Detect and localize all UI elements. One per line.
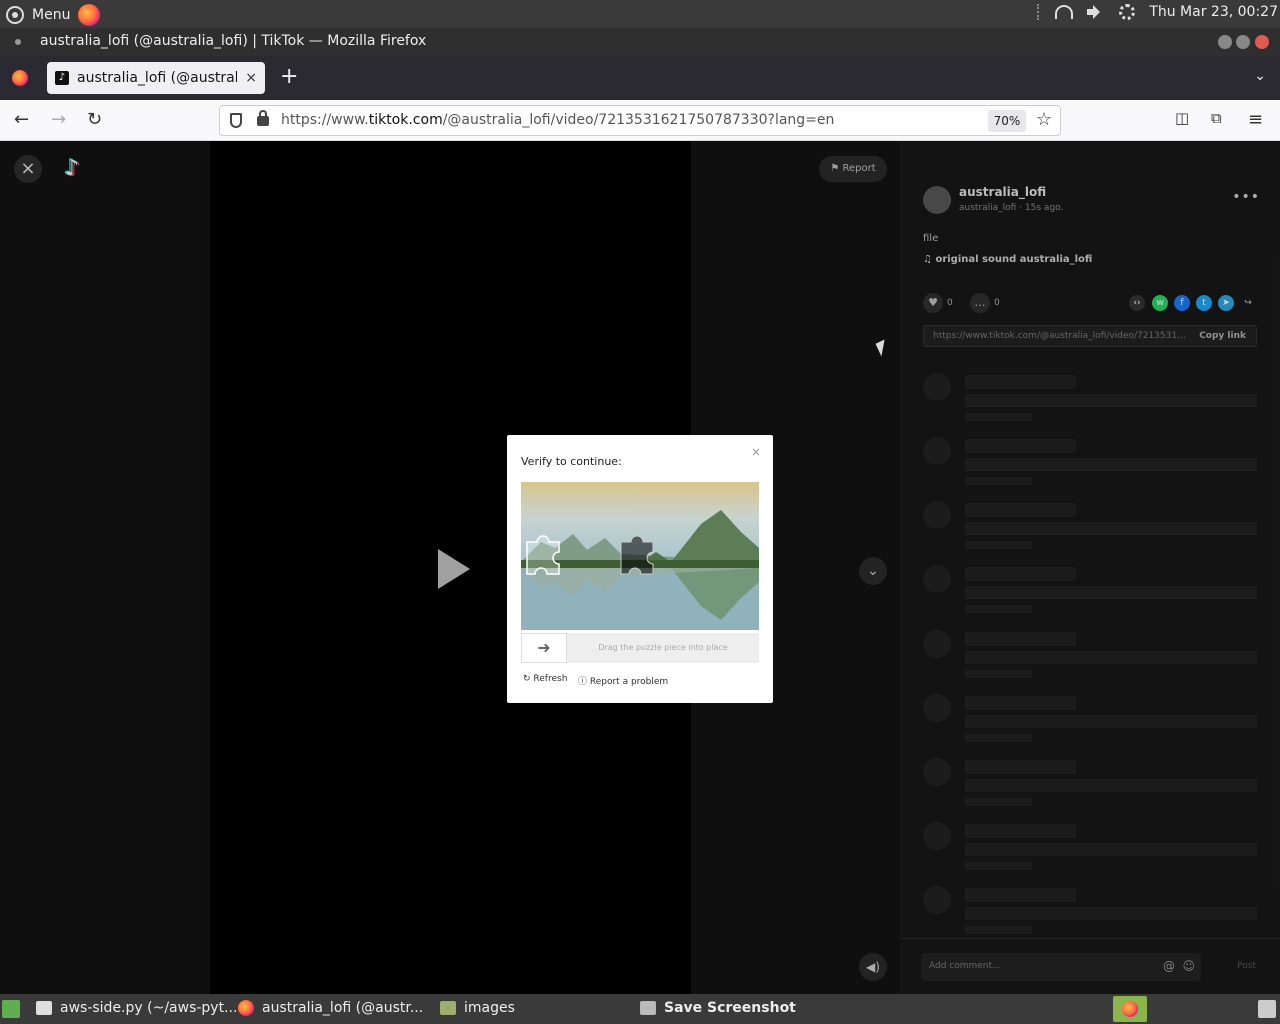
- minimize-window-button[interactable]: [1218, 35, 1232, 49]
- window-title: australia_lofi (@australia_lofi) | TikTo…: [40, 33, 427, 49]
- url-text[interactable]: https://www.tiktok.com/@australia_lofi/v…: [281, 112, 834, 128]
- camera-icon: [640, 1001, 656, 1015]
- os-taskbar: aws-side.py (~/aws-pyt... australia_lofi…: [0, 994, 1280, 1024]
- taskbar-item-screenshot[interactable]: Save Screenshot: [640, 1000, 796, 1016]
- navigation-bar: ← → ↻ https://www.tiktok.com/@australia_…: [0, 100, 1280, 141]
- captcha-dialog: Verify to continue: × ➜ Drag the puzzle …: [507, 435, 773, 703]
- trash-icon[interactable]: [1258, 1000, 1276, 1018]
- tab-strip: ♪ australia_lofi (@australia_lofi) | Tik…: [0, 56, 1280, 100]
- taskbar-item-images[interactable]: images: [440, 1000, 515, 1016]
- new-tab-button[interactable]: +: [280, 64, 298, 89]
- folder-icon: [440, 1001, 456, 1015]
- forward-arrow-icon[interactable]: →: [51, 109, 66, 130]
- reload-icon[interactable]: ↻: [87, 109, 102, 130]
- tiktok-favicon-icon: ♪: [55, 71, 69, 85]
- captcha-puzzle-image: [521, 482, 759, 630]
- firefox-icon: [238, 1000, 254, 1016]
- os-top-panel: Menu Thu Mar 23, 00:27: [0, 0, 1280, 28]
- tab-tiktok[interactable]: ♪ australia_lofi (@australia_lofi) | Tik…: [47, 62, 265, 94]
- bookmark-star-icon[interactable]: ☆: [1036, 109, 1052, 130]
- os-menu-label: Menu: [32, 7, 71, 23]
- captcha-slider-track: ➜ Drag the puzzle piece into place: [521, 633, 759, 663]
- tracking-protection-shield-icon[interactable]: [230, 113, 242, 128]
- volume-icon[interactable]: [1087, 5, 1105, 19]
- extensions-puzzle-icon[interactable]: ⧉: [1211, 109, 1222, 127]
- hamburger-menu-icon[interactable]: ≡: [1248, 109, 1263, 130]
- window-titlebar: australia_lofi (@australia_lofi) | TikTo…: [0, 28, 1280, 56]
- system-settings-icon[interactable]: [1119, 4, 1136, 20]
- os-menu-button[interactable]: Menu: [6, 4, 101, 26]
- workspace-firefox-icon: [1122, 1001, 1138, 1017]
- wifi-icon[interactable]: [1055, 5, 1074, 19]
- captcha-report-problem-button[interactable]: ⓘ Report a problem: [578, 674, 668, 687]
- back-arrow-icon[interactable]: ←: [14, 109, 29, 130]
- text-editor-icon: [36, 1001, 52, 1015]
- window-menu-dot-icon[interactable]: [15, 39, 21, 45]
- firefox-view-icon[interactable]: [12, 70, 28, 86]
- zoom-level-badge[interactable]: 70%: [988, 110, 1026, 132]
- firefox-launcher-icon[interactable]: [78, 4, 101, 26]
- taskbar-item-firefox[interactable]: australia_lofi (@austr...: [238, 1000, 423, 1016]
- url-bar[interactable]: https://www.tiktok.com/@australia_lofi/v…: [219, 105, 1061, 136]
- captcha-slider-handle[interactable]: ➜: [521, 633, 567, 663]
- list-all-tabs-chevron-icon[interactable]: ⌄: [1254, 68, 1266, 84]
- captcha-title: Verify to continue:: [521, 455, 622, 468]
- distro-logo-icon: [6, 6, 24, 24]
- captcha-refresh-button[interactable]: ↻ Refresh: [523, 674, 567, 684]
- tab-label: australia_lofi (@australia_lofi) | TikTo…: [77, 70, 238, 86]
- lock-icon[interactable]: [257, 110, 269, 126]
- maximize-window-button[interactable]: [1236, 35, 1250, 49]
- tiktok-page: × ♪ ⚑ Report ⌄ ◀) australia_lofi austral…: [0, 141, 1280, 994]
- show-desktop-icon[interactable]: [2, 1000, 20, 1018]
- taskbar-item-editor[interactable]: aws-side.py (~/aws-pyt...: [36, 1000, 237, 1016]
- captcha-hint: Drag the puzzle piece into place: [598, 643, 728, 652]
- panel-separator: [1037, 4, 1041, 20]
- os-clock[interactable]: Thu Mar 23, 00:27: [1149, 4, 1278, 20]
- pocket-icon[interactable]: ◫: [1175, 109, 1189, 127]
- tab-close-icon[interactable]: ×: [245, 70, 257, 86]
- captcha-close-icon[interactable]: ×: [751, 445, 761, 459]
- close-window-button[interactable]: [1255, 35, 1269, 49]
